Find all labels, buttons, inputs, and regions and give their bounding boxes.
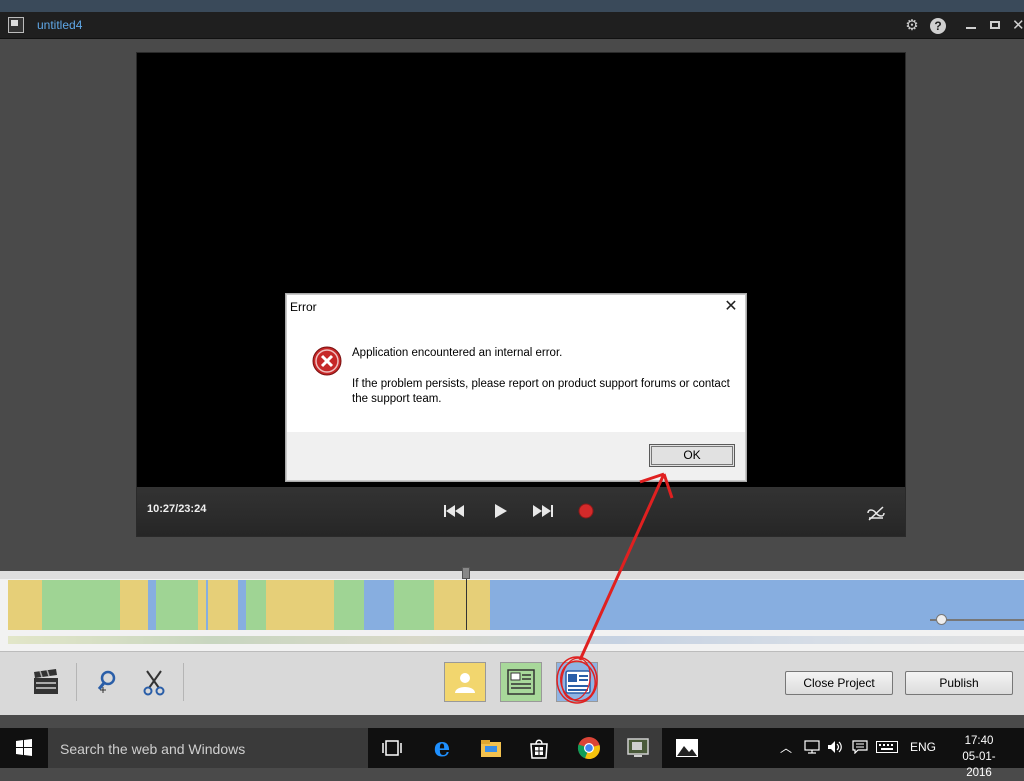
edge-browser-icon[interactable]: e — [430, 735, 454, 761]
timeline-clip[interactable] — [246, 580, 266, 630]
error-message: Application encountered an internal erro… — [352, 347, 563, 359]
clock-date: 05-01-2016 — [962, 751, 996, 779]
keyboard-icon[interactable] — [876, 741, 898, 753]
playback-controls — [137, 487, 905, 536]
search-placeholder: Search the web and Windows — [60, 741, 246, 757]
help-icon[interactable]: ? — [930, 18, 946, 34]
timeline-clip[interactable] — [266, 580, 334, 630]
clock-time: 17:40 — [964, 735, 994, 747]
timeline-clip[interactable] — [364, 580, 394, 630]
timeline-clip[interactable] — [394, 580, 434, 630]
volume-icon[interactable] — [827, 740, 843, 754]
clapperboard-icon[interactable] — [32, 668, 60, 696]
error-detail: If the problem persists, please report o… — [352, 378, 730, 405]
timeline-clip[interactable] — [120, 580, 148, 630]
skip-forward-icon[interactable] — [532, 502, 554, 520]
timeline-clip[interactable] — [238, 580, 246, 630]
dialog-title: Error — [290, 300, 317, 314]
close-icon[interactable]: ✕ — [1012, 18, 1024, 34]
toolbar-divider — [76, 663, 77, 701]
scissors-icon[interactable] — [140, 668, 168, 696]
desktop-top-strip — [0, 0, 1024, 12]
playhead-handle[interactable] — [462, 567, 470, 579]
timeline-clip[interactable] — [42, 580, 120, 630]
thumbnail-strip[interactable] — [8, 636, 1024, 644]
network-icon[interactable] — [804, 740, 820, 754]
toolbar-divider — [183, 663, 184, 701]
narrator-mode-button[interactable] — [444, 662, 486, 702]
timeline-clip[interactable] — [334, 580, 364, 630]
loop-off-icon[interactable] — [865, 505, 887, 523]
store-icon[interactable] — [527, 736, 551, 760]
chrome-icon[interactable] — [577, 736, 601, 760]
timeline-ruler — [0, 571, 1024, 579]
callout-mode-button[interactable] — [556, 662, 598, 702]
task-view-icon[interactable] — [380, 736, 404, 760]
clock[interactable]: 17:40 05-01-2016 — [950, 733, 1008, 781]
timeline-clip[interactable] — [198, 580, 206, 630]
gear-icon[interactable]: ⚙ — [903, 18, 921, 34]
dialog-close-icon[interactable]: ✕ — [722, 298, 740, 316]
zoom-tool-icon[interactable] — [93, 668, 121, 696]
timeline-track[interactable] — [8, 580, 1024, 630]
record-icon[interactable] — [576, 502, 598, 520]
timeline-clip[interactable] — [156, 580, 198, 630]
title-bar — [0, 12, 1024, 39]
zoom-slider-handle[interactable] — [936, 614, 947, 625]
maximize-icon[interactable] — [990, 21, 1000, 29]
layout-mode-button[interactable] — [500, 662, 542, 702]
callout-icon — [565, 670, 591, 694]
windows-start-icon[interactable] — [0, 728, 48, 768]
timeline-clip[interactable] — [148, 580, 156, 630]
publish-button[interactable]: Publish — [905, 671, 1013, 695]
photos-icon[interactable] — [675, 736, 699, 760]
layout-icon — [507, 669, 535, 695]
timeline-clip[interactable] — [434, 580, 490, 630]
window-title: untitled4 — [37, 18, 83, 32]
play-icon[interactable] — [490, 502, 512, 520]
file-explorer-icon[interactable] — [479, 736, 503, 760]
timeline-clip[interactable] — [208, 580, 238, 630]
timecode-label: 10:27/23:24 — [147, 503, 207, 515]
minimize-icon[interactable] — [966, 27, 976, 29]
error-icon — [312, 346, 342, 376]
chevron-up-icon[interactable]: ︿ — [780, 739, 792, 756]
person-icon — [455, 673, 475, 693]
language-indicator[interactable]: ENG — [910, 740, 936, 754]
timeline-clip[interactable] — [8, 580, 42, 630]
skip-back-icon[interactable] — [443, 502, 465, 520]
close-project-button[interactable]: Close Project — [785, 671, 893, 695]
video-editor-app-icon[interactable] — [626, 736, 650, 760]
action-center-icon[interactable] — [852, 740, 868, 754]
app-icon — [8, 17, 24, 33]
ok-button[interactable]: OK — [649, 444, 735, 467]
